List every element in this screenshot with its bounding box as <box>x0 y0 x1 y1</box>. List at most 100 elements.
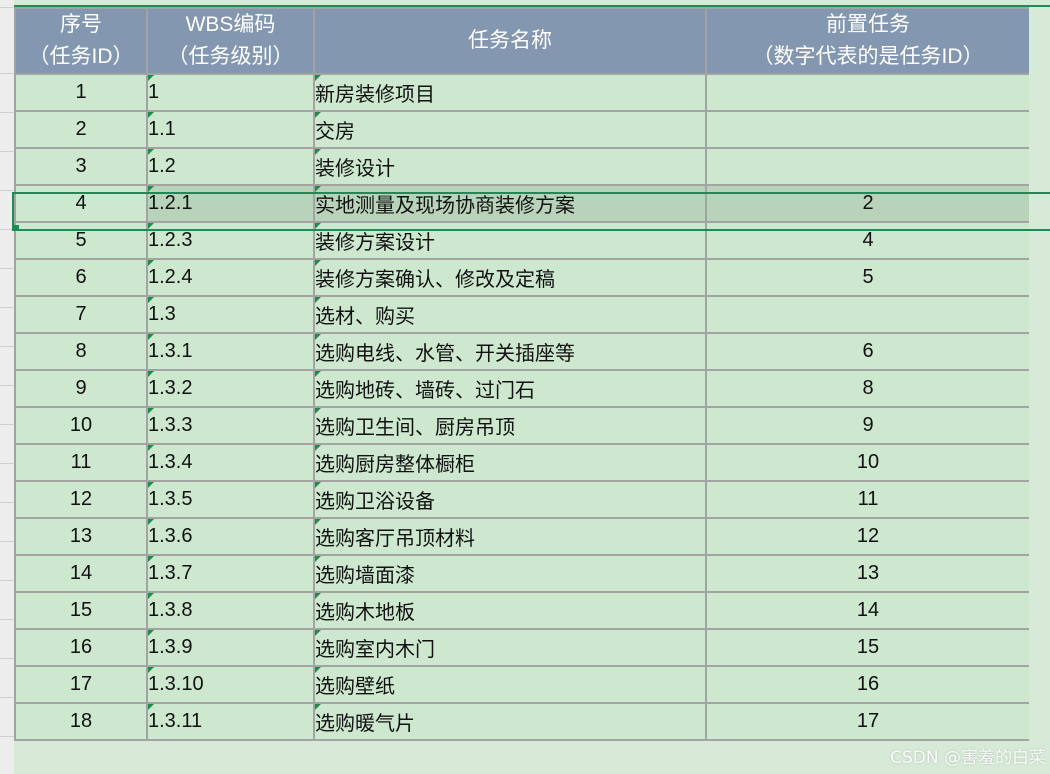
cell-task-id[interactable]: 12 <box>14 480 148 519</box>
cell-task-id[interactable]: 14 <box>14 554 148 593</box>
cell-task-id[interactable]: 7 <box>14 295 148 334</box>
cell-wbs-code[interactable]: 1.3.7 <box>146 554 315 593</box>
cell-task-name[interactable]: 装修方案确认、修改及定稿 <box>313 258 707 297</box>
cell-predecessor[interactable] <box>705 147 1031 186</box>
cell-task-id[interactable]: 1 <box>14 73 148 112</box>
cell-task-name[interactable]: 选购卫浴设备 <box>313 480 707 519</box>
cell-task-name[interactable]: 选购暖气片 <box>313 702 707 741</box>
cell-task-name[interactable]: 新房装修项目 <box>313 73 707 112</box>
cell-predecessor[interactable] <box>705 110 1031 149</box>
cell-task-name[interactable]: 实地测量及现场协商装修方案 <box>313 184 707 223</box>
table-row[interactable]: 14 1.3.7 选购墙面漆 13 <box>14 554 1031 593</box>
cell-wbs-code[interactable]: 1.3.8 <box>146 591 315 630</box>
table-row[interactable]: 6 1.2.4 装修方案确认、修改及定稿 5 <box>14 258 1031 297</box>
table-row[interactable]: 9 1.3.2 选购地砖、墙砖、过门石 8 <box>14 369 1031 408</box>
cell-wbs-code[interactable]: 1.3 <box>146 295 315 334</box>
cell-predecessor[interactable]: 16 <box>705 665 1031 704</box>
cell-task-name[interactable]: 选材、购买 <box>313 295 707 334</box>
table-row[interactable]: 8 1.3.1 选购电线、水管、开关插座等 6 <box>14 332 1031 371</box>
cell-predecessor[interactable]: 17 <box>705 702 1031 741</box>
cell-task-id[interactable]: 3 <box>14 147 148 186</box>
cell-wbs-code[interactable]: 1.3.2 <box>146 369 315 408</box>
row-header-strip[interactable] <box>0 0 14 774</box>
cell-task-id[interactable]: 10 <box>14 406 148 445</box>
cell-wbs-code[interactable]: 1.3.1 <box>146 332 315 371</box>
cell-task-name[interactable]: 装修设计 <box>313 147 707 186</box>
table-row[interactable]: 1 1 新房装修项目 <box>14 73 1031 112</box>
cell-predecessor[interactable]: 9 <box>705 406 1031 445</box>
cell-task-id[interactable]: 18 <box>14 702 148 741</box>
table-row[interactable]: 15 1.3.8 选购木地板 14 <box>14 591 1031 630</box>
table-row[interactable]: 4 1.2.1 实地测量及现场协商装修方案 2 <box>14 184 1031 223</box>
header-task-name[interactable]: 任务名称 <box>313 7 707 75</box>
cell-wbs-code[interactable]: 1.3.11 <box>146 702 315 741</box>
cell-predecessor[interactable] <box>705 295 1031 334</box>
cell-wbs-code[interactable]: 1.2.3 <box>146 221 315 260</box>
cell-wbs-code[interactable]: 1.2.1 <box>146 184 315 223</box>
cell-task-name[interactable]: 选购壁纸 <box>313 665 707 704</box>
table-row[interactable]: 12 1.3.5 选购卫浴设备 11 <box>14 480 1031 519</box>
table-row[interactable]: 17 1.3.10 选购壁纸 16 <box>14 665 1031 704</box>
cell-task-name[interactable]: 选购卫生间、厨房吊顶 <box>313 406 707 445</box>
cell-task-id[interactable]: 6 <box>14 258 148 297</box>
header-task-id[interactable]: 序号 （任务ID） <box>14 7 148 75</box>
cell-wbs-code[interactable]: 1.1 <box>146 110 315 149</box>
cell-wbs-code[interactable]: 1.3.6 <box>146 517 315 556</box>
cell-wbs-code[interactable]: 1.3.5 <box>146 480 315 519</box>
cell-task-name[interactable]: 选购厨房整体橱柜 <box>313 443 707 482</box>
cell-predecessor[interactable]: 4 <box>705 221 1031 260</box>
cell-wbs-code[interactable]: 1.3.4 <box>146 443 315 482</box>
cell-task-name[interactable]: 选购室内木门 <box>313 628 707 667</box>
table-row[interactable]: 2 1.1 交房 <box>14 110 1031 149</box>
cell-task-id[interactable]: 2 <box>14 110 148 149</box>
cell-predecessor[interactable]: 10 <box>705 443 1031 482</box>
empty-column-area[interactable] <box>1029 7 1050 774</box>
cell-predecessor[interactable]: 6 <box>705 332 1031 371</box>
table-row[interactable]: 7 1.3 选材、购买 <box>14 295 1031 334</box>
cell-task-name[interactable]: 选购墙面漆 <box>313 554 707 593</box>
cell-predecessor[interactable]: 11 <box>705 480 1031 519</box>
table-row[interactable]: 13 1.3.6 选购客厅吊顶材料 12 <box>14 517 1031 556</box>
cell-task-id[interactable]: 9 <box>14 369 148 408</box>
cell-predecessor[interactable]: 13 <box>705 554 1031 593</box>
task-table: 序号 （任务ID） WBS编码 （任务级别） 任务名称 前置任务 （数字代表的是… <box>14 7 1031 741</box>
table-row[interactable]: 18 1.3.11 选购暖气片 17 <box>14 702 1031 741</box>
header-wbs[interactable]: WBS编码 （任务级别） <box>146 7 315 75</box>
cell-task-id[interactable]: 11 <box>14 443 148 482</box>
cell-task-name[interactable]: 选购电线、水管、开关插座等 <box>313 332 707 371</box>
cell-task-name[interactable]: 交房 <box>313 110 707 149</box>
cell-task-id[interactable]: 4 <box>14 184 148 223</box>
table-row[interactable]: 10 1.3.3 选购卫生间、厨房吊顶 9 <box>14 406 1031 445</box>
cell-task-name[interactable]: 选购木地板 <box>313 591 707 630</box>
cell-predecessor[interactable]: 8 <box>705 369 1031 408</box>
table-row[interactable]: 11 1.3.4 选购厨房整体橱柜 10 <box>14 443 1031 482</box>
table-row[interactable]: 16 1.3.9 选购室内木门 15 <box>14 628 1031 667</box>
cell-wbs-code[interactable]: 1 <box>146 73 315 112</box>
cell-predecessor[interactable]: 12 <box>705 517 1031 556</box>
cell-wbs-code[interactable]: 1.3.10 <box>146 665 315 704</box>
cell-wbs-code[interactable]: 1.2.4 <box>146 258 315 297</box>
cell-task-id[interactable]: 13 <box>14 517 148 556</box>
cell-predecessor[interactable]: 15 <box>705 628 1031 667</box>
table-row[interactable]: 3 1.2 装修设计 <box>14 147 1031 186</box>
header-predecessor[interactable]: 前置任务 （数字代表的是任务ID） <box>705 7 1031 75</box>
cell-task-id[interactable]: 8 <box>14 332 148 371</box>
row-header-divider <box>0 7 14 8</box>
cell-task-id[interactable]: 16 <box>14 628 148 667</box>
cell-task-name[interactable]: 选购客厅吊顶材料 <box>313 517 707 556</box>
cell-task-id[interactable]: 5 <box>14 221 148 260</box>
table-row[interactable]: 5 1.2.3 装修方案设计 4 <box>14 221 1031 260</box>
cell-task-id[interactable]: 15 <box>14 591 148 630</box>
watermark: CSDN @害羞的白菜 <box>890 748 1046 768</box>
cell-predecessor[interactable]: 2 <box>705 184 1031 223</box>
fill-handle[interactable] <box>13 225 19 231</box>
cell-predecessor[interactable] <box>705 73 1031 112</box>
cell-task-name[interactable]: 选购地砖、墙砖、过门石 <box>313 369 707 408</box>
cell-task-name[interactable]: 装修方案设计 <box>313 221 707 260</box>
cell-predecessor[interactable]: 14 <box>705 591 1031 630</box>
cell-wbs-code[interactable]: 1.2 <box>146 147 315 186</box>
cell-task-id[interactable]: 17 <box>14 665 148 704</box>
cell-wbs-code[interactable]: 1.3.9 <box>146 628 315 667</box>
cell-predecessor[interactable]: 5 <box>705 258 1031 297</box>
cell-wbs-code[interactable]: 1.3.3 <box>146 406 315 445</box>
